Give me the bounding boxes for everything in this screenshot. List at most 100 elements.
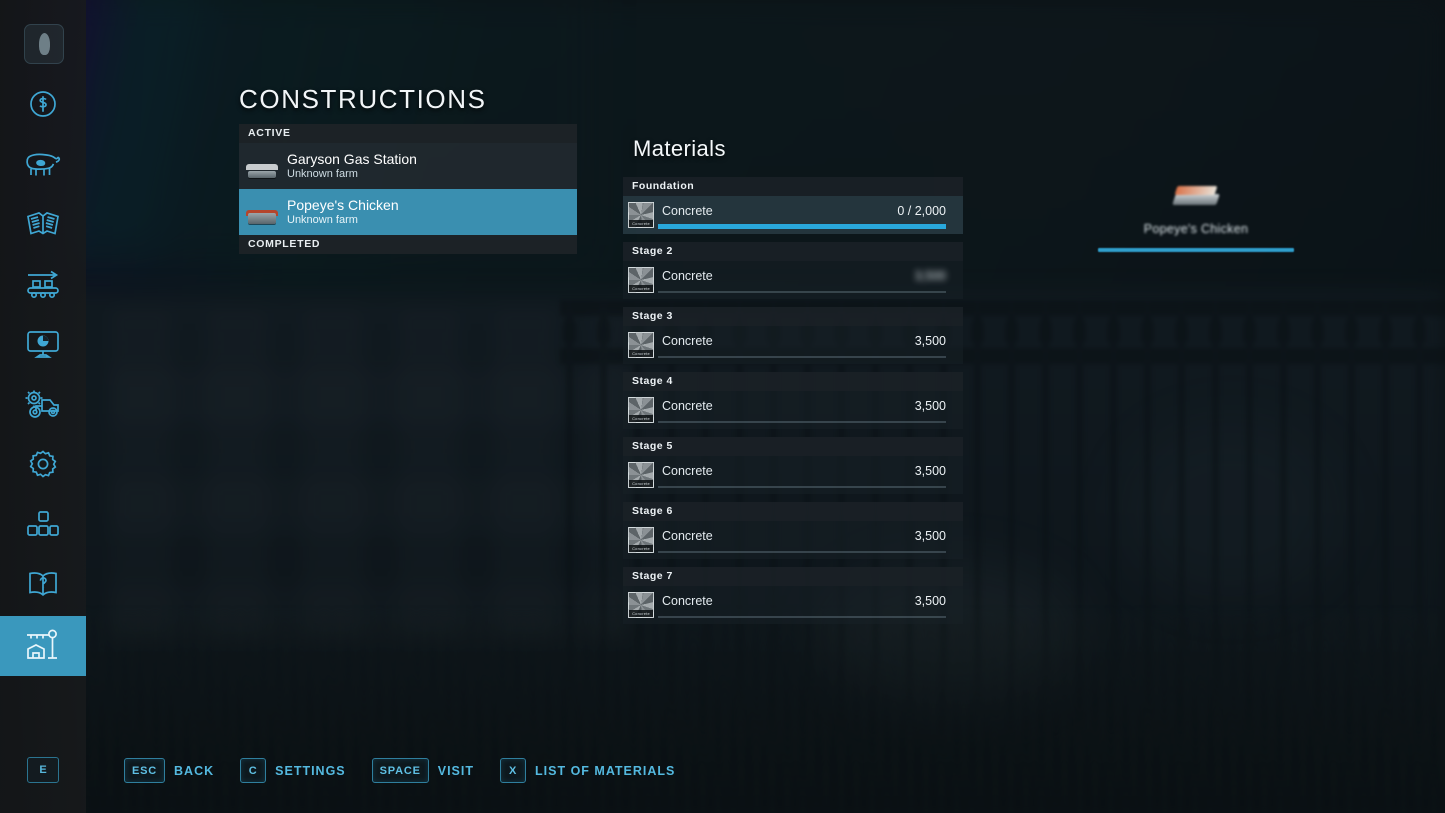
material-row[interactable]: Concrete Concrete 3,500 <box>623 326 963 364</box>
avatar-icon <box>24 24 64 64</box>
hotkey-back[interactable]: ESC BACK <box>124 758 214 783</box>
sidebar-item-production[interactable] <box>0 256 86 316</box>
tractor-icon <box>23 388 63 425</box>
dollar-icon <box>27 88 59 125</box>
stage-header: Stage 6 <box>623 502 963 521</box>
material-icon-label: Concrete <box>629 285 653 292</box>
material-row[interactable]: Concrete Concrete 0 / 2,000 <box>623 196 963 234</box>
sidebar-item-constructions[interactable] <box>0 616 86 676</box>
construction-icon <box>24 627 62 666</box>
sidebar-item-animals[interactable] <box>0 136 86 196</box>
material-quantity: 3,500 <box>914 464 946 478</box>
material-name: Concrete <box>662 399 713 413</box>
material-icon-label: Concrete <box>629 220 653 227</box>
material-progress-bar <box>658 421 946 423</box>
hotkey-bar: ESC BACK C SETTINGS SPACE VISIT X LIST OF MATER… <box>124 758 675 783</box>
hotkey-key: SPACE <box>371 758 429 783</box>
construction-name: Garyson Gas Station <box>287 151 417 167</box>
concrete-icon: Concrete <box>628 202 654 228</box>
group-header-active: ACTIVE <box>239 124 577 143</box>
material-quantity: 0 / 2,000 <box>897 204 946 218</box>
interact-key-hint[interactable]: E <box>27 757 59 783</box>
stage-header: Stage 4 <box>623 372 963 391</box>
cow-icon <box>24 149 62 184</box>
stage-header: Foundation <box>623 177 963 196</box>
world-marker-progress <box>1098 248 1294 252</box>
list-item[interactable]: Popeye's Chicken Unknown farm <box>239 189 577 235</box>
hotkey-visit[interactable]: SPACE VISIT <box>371 758 475 783</box>
sidebar-item-contracts[interactable] <box>0 196 86 256</box>
stage-header: Stage 5 <box>623 437 963 456</box>
sidebar-item-settings[interactable] <box>0 436 86 496</box>
concrete-icon: Concrete <box>628 397 654 423</box>
material-name: Concrete <box>662 529 713 543</box>
material-name: Concrete <box>662 204 713 218</box>
conveyor-icon <box>24 268 62 305</box>
material-icon-label: Concrete <box>629 545 653 552</box>
sidebar-item-prices[interactable] <box>0 316 86 376</box>
construction-thumbnail <box>239 189 285 235</box>
material-row[interactable]: Concrete Concrete 3,500 <box>623 261 963 299</box>
construction-owner: Unknown farm <box>287 168 358 180</box>
material-quantity: 3,500 <box>914 334 946 348</box>
material-name: Concrete <box>662 464 713 478</box>
concrete-icon: Concrete <box>628 267 654 293</box>
world-construction-marker: Popeye's Chicken <box>1098 186 1294 252</box>
material-icon-label: Concrete <box>629 350 653 357</box>
material-name: Concrete <box>662 594 713 608</box>
group-header-completed: COMPLETED <box>239 235 577 254</box>
material-quantity: 3,500 <box>914 399 946 413</box>
sidebar-item-vehicles[interactable] <box>0 376 86 436</box>
concrete-icon: Concrete <box>628 332 654 358</box>
material-name: Concrete <box>662 269 713 283</box>
help-book-icon <box>25 569 61 604</box>
gear-icon <box>27 448 59 485</box>
material-icon-label: Concrete <box>629 480 653 487</box>
material-progress-bar <box>658 486 946 488</box>
material-progress-bar <box>658 616 946 618</box>
hotkey-key: ESC <box>124 758 166 783</box>
sidebar-item-groups[interactable] <box>0 496 86 556</box>
material-progress-bar <box>658 224 946 229</box>
material-row[interactable]: Concrete Concrete 3,500 <box>623 391 963 429</box>
material-quantity: 3,500 <box>914 269 946 283</box>
material-icon-label: Concrete <box>629 610 653 617</box>
hotkey-settings[interactable]: C SETTINGS <box>240 758 346 783</box>
hotkey-label: SETTINGS <box>275 763 346 778</box>
sidebar-rail[interactable] <box>0 0 86 813</box>
concrete-icon: Concrete <box>628 462 654 488</box>
hotkey-label: VISIT <box>437 763 475 778</box>
stage-header: Stage 7 <box>623 567 963 586</box>
page-title: CONSTRUCTIONS <box>239 84 487 114</box>
sidebar-item-help[interactable] <box>0 556 86 616</box>
hotkey-list-of-materials[interactable]: X LIST OF MATERIALS <box>500 758 675 783</box>
stage-header: Stage 3 <box>623 307 963 326</box>
monitor-icon <box>25 329 61 364</box>
material-progress-bar <box>658 551 946 553</box>
concrete-icon: Concrete <box>628 592 654 618</box>
world-marker-label: Popeye's Chicken <box>1143 222 1249 236</box>
material-progress-bar <box>658 356 946 358</box>
material-row[interactable]: Concrete Concrete 3,500 <box>623 586 963 624</box>
constructions-list: ACTIVE Garyson Gas Station Unknown farm … <box>239 124 577 254</box>
concrete-icon: Concrete <box>628 527 654 553</box>
material-name: Concrete <box>662 334 713 348</box>
material-row[interactable]: Concrete Concrete 3,500 <box>623 521 963 559</box>
material-icon-label: Concrete <box>629 415 653 422</box>
material-quantity: 3,500 <box>914 529 946 543</box>
material-quantity: 3,500 <box>914 594 946 608</box>
stage-header: Stage 2 <box>623 242 963 261</box>
sidebar-item-player-avatar[interactable] <box>24 24 64 64</box>
material-row[interactable]: Concrete Concrete 3,500 <box>623 456 963 494</box>
construction-owner: Unknown farm <box>287 214 358 226</box>
materials-title: Materials <box>633 136 726 161</box>
hotkey-label: LIST OF MATERIALS <box>535 763 676 778</box>
documents-icon <box>25 209 61 244</box>
building-marker-icon <box>1172 186 1220 208</box>
hotkey-key: C <box>240 758 267 783</box>
list-item[interactable]: Garyson Gas Station Unknown farm <box>239 143 577 189</box>
construction-name: Popeye's Chicken <box>287 197 399 213</box>
construction-thumbnail <box>239 143 285 189</box>
materials-list: Foundation Concrete Concrete 0 / 2,000 Stage… <box>623 177 963 624</box>
sidebar-item-finances[interactable] <box>0 76 86 136</box>
